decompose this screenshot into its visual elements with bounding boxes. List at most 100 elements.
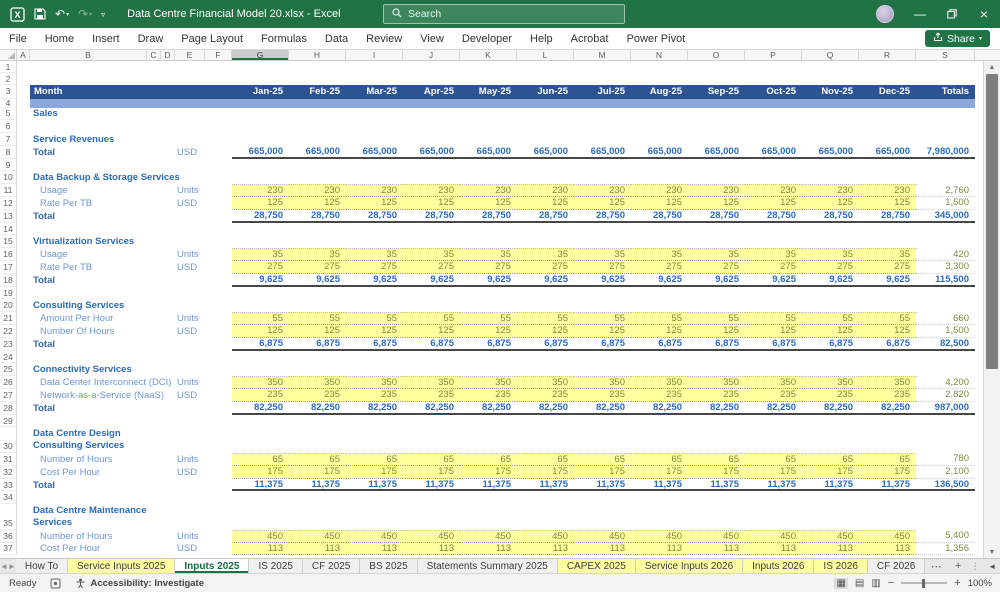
- cell-value[interactable]: 175: [688, 466, 745, 479]
- column-header-E[interactable]: E: [175, 50, 205, 60]
- cell-value[interactable]: 113: [745, 543, 802, 556]
- cell-value[interactable]: 125: [517, 325, 574, 338]
- cell-row-label[interactable]: Total: [30, 146, 175, 159]
- cell-value[interactable]: 235: [289, 389, 346, 402]
- cell-value[interactable]: 175: [232, 466, 289, 479]
- row-header-24[interactable]: 24: [0, 351, 17, 364]
- cell-value[interactable]: 275: [574, 261, 631, 274]
- cell-value[interactable]: 125: [460, 325, 517, 338]
- cell-value[interactable]: 113: [346, 543, 403, 556]
- cell-value[interactable]: 11,375: [802, 479, 859, 492]
- column-header-K[interactable]: K: [460, 50, 517, 60]
- cell-row-label[interactable]: Rate Per TB: [30, 261, 175, 274]
- cell-value[interactable]: 55: [346, 312, 403, 325]
- vertical-scrollbar[interactable]: ▲ ▼: [983, 61, 1000, 558]
- cell-value[interactable]: 450: [232, 530, 289, 543]
- share-button[interactable]: Share ▾: [925, 30, 990, 47]
- cell-unit[interactable]: Units: [175, 184, 232, 197]
- cell-value[interactable]: 235: [517, 389, 574, 402]
- cell-value[interactable]: 35: [574, 248, 631, 261]
- cell-value[interactable]: 11,375: [574, 479, 631, 492]
- cell-value[interactable]: 9,625: [346, 274, 403, 287]
- cell-value[interactable]: 175: [631, 466, 688, 479]
- cell-value[interactable]: 125: [859, 325, 916, 338]
- column-header-F[interactable]: F: [205, 50, 232, 60]
- cell-month-May-25[interactable]: May-25: [460, 85, 517, 99]
- cell-value[interactable]: 6,875: [631, 338, 688, 351]
- row-header-27[interactable]: 27: [0, 389, 17, 402]
- cell-unit[interactable]: Units: [175, 453, 232, 466]
- cell-section-label[interactable]: Service Revenues: [30, 133, 114, 146]
- cell-unit[interactable]: [175, 274, 232, 287]
- sheet-tab-capex-2025[interactable]: CAPEX 2025: [558, 559, 636, 573]
- ribbon-tab-acrobat[interactable]: Acrobat: [562, 33, 618, 45]
- cell-value[interactable]: 235: [631, 389, 688, 402]
- row-header-14[interactable]: 14: [0, 223, 17, 236]
- cell-value[interactable]: 275: [802, 261, 859, 274]
- cell-value[interactable]: 9,625: [631, 274, 688, 287]
- cell-row-label[interactable]: Cost Per Hour: [30, 466, 175, 479]
- row-header-23[interactable]: 23: [0, 338, 17, 351]
- cell[interactable]: [17, 159, 30, 172]
- cell-value[interactable]: 28,750: [460, 210, 517, 223]
- row-header-17[interactable]: 17: [0, 261, 17, 274]
- row-header-37[interactable]: 37: [0, 543, 17, 556]
- cell-value[interactable]: 35: [631, 248, 688, 261]
- cell-value[interactable]: 6,875: [460, 338, 517, 351]
- cell-month-Aug-25[interactable]: Aug-25: [631, 85, 688, 99]
- cell-value[interactable]: 275: [688, 261, 745, 274]
- cell[interactable]: [17, 108, 30, 121]
- zoom-level[interactable]: 100%: [968, 578, 992, 589]
- cell-value[interactable]: 113: [574, 543, 631, 556]
- cell-value[interactable]: 35: [346, 248, 403, 261]
- ribbon-tab-help[interactable]: Help: [521, 33, 562, 45]
- macro-record-icon[interactable]: [50, 578, 61, 589]
- cell-value[interactable]: 230: [574, 184, 631, 197]
- cell-value[interactable]: 230: [403, 184, 460, 197]
- cell-value[interactable]: 125: [403, 325, 460, 338]
- row-header-31[interactable]: 31: [0, 453, 17, 466]
- cell-value[interactable]: 9,625: [574, 274, 631, 287]
- cell-unit[interactable]: USD: [175, 543, 232, 556]
- cell-value[interactable]: 175: [346, 466, 403, 479]
- cell-value[interactable]: 9,625: [232, 274, 289, 287]
- row-header-12[interactable]: 12: [0, 197, 17, 210]
- cell-value[interactable]: 450: [289, 530, 346, 543]
- cell-month-label[interactable]: Month: [30, 85, 232, 99]
- search-box[interactable]: Search: [383, 4, 625, 24]
- cell-value[interactable]: 125: [403, 197, 460, 210]
- cell-total[interactable]: 2,820: [916, 389, 975, 402]
- cell-value[interactable]: 35: [802, 248, 859, 261]
- cell[interactable]: [17, 338, 30, 351]
- cell-value[interactable]: 35: [688, 248, 745, 261]
- cell-value[interactable]: 235: [460, 389, 517, 402]
- cell[interactable]: [17, 427, 30, 453]
- column-header-D[interactable]: D: [161, 50, 175, 60]
- cell-value[interactable]: 450: [460, 530, 517, 543]
- cell-value[interactable]: 28,750: [232, 210, 289, 223]
- cell[interactable]: [17, 351, 30, 364]
- cell-value[interactable]: 65: [232, 453, 289, 466]
- row-header-3[interactable]: 3: [0, 85, 17, 99]
- cell-value[interactable]: 65: [346, 453, 403, 466]
- cell[interactable]: [17, 543, 30, 556]
- cell-value[interactable]: 125: [745, 325, 802, 338]
- cell-value[interactable]: 65: [574, 453, 631, 466]
- cell-value[interactable]: 82,250: [232, 402, 289, 415]
- row-header-6[interactable]: 6: [0, 120, 17, 133]
- cell-value[interactable]: 11,375: [346, 479, 403, 492]
- row-header-1[interactable]: 1: [0, 61, 17, 73]
- cell-value[interactable]: 275: [631, 261, 688, 274]
- sheet-tab-statements-summary-2025[interactable]: Statements Summary 2025: [418, 559, 558, 573]
- column-header-P[interactable]: P: [745, 50, 802, 60]
- cell-value[interactable]: 350: [574, 376, 631, 389]
- cell-value[interactable]: 11,375: [517, 479, 574, 492]
- cell-section-label[interactable]: Data Backup & Storage Services: [30, 171, 180, 184]
- cell-value[interactable]: 275: [745, 261, 802, 274]
- cell-value[interactable]: 235: [232, 389, 289, 402]
- column-header-C[interactable]: C: [147, 50, 161, 60]
- row-header-16[interactable]: 16: [0, 248, 17, 261]
- sheet-tab-how-to[interactable]: How To: [16, 559, 68, 573]
- cell-value[interactable]: 125: [460, 197, 517, 210]
- cell-value[interactable]: 450: [574, 530, 631, 543]
